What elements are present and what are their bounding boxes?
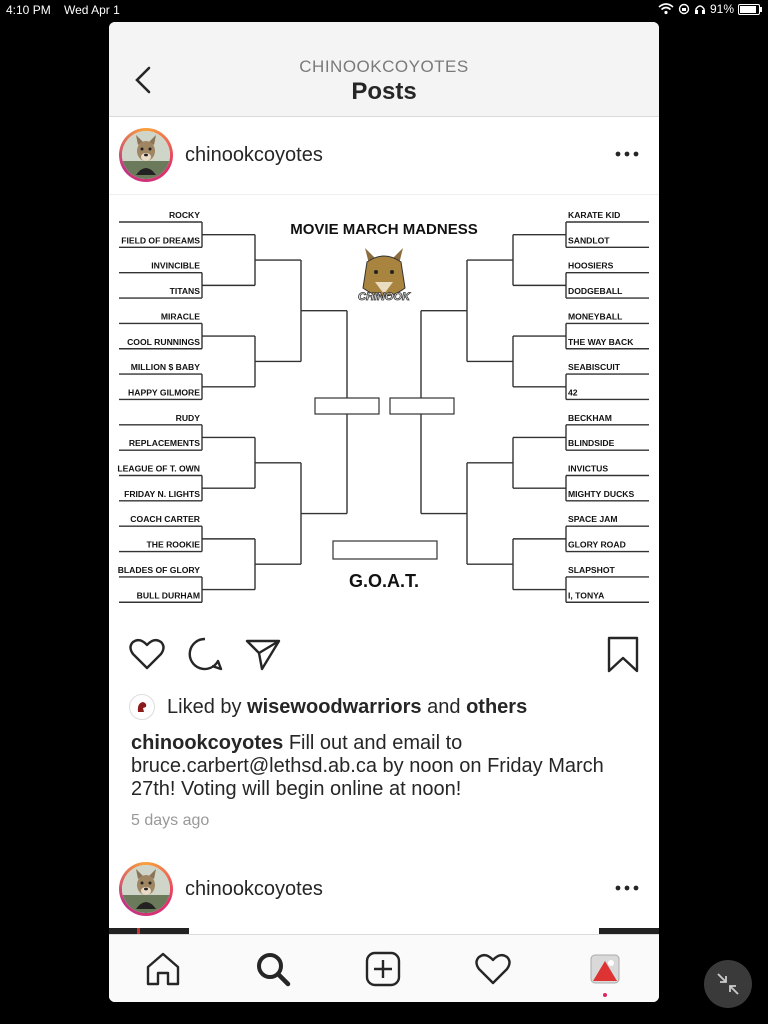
right-bracket-entry: 42 <box>568 387 578 397</box>
right-bracket-entry: BECKHAM <box>568 413 612 423</box>
left-bracket-entry: TITANS <box>170 286 201 296</box>
wifi-icon <box>658 3 674 15</box>
minimize-button[interactable] <box>704 960 752 1008</box>
status-date: Wed Apr 1 <box>64 3 120 17</box>
liked-user-link[interactable]: wisewoodwarriors <box>247 696 422 719</box>
chinook-logo <box>362 248 406 297</box>
post-username[interactable]: chinookcoyotes <box>185 144 323 167</box>
right-bracket-entry: GLORY ROAD <box>568 540 626 550</box>
liked-and: and <box>427 695 461 718</box>
coyote-mascot-icon <box>122 131 170 179</box>
left-bracket-entry: BULL DURHAM <box>137 590 200 600</box>
battery-percent: 91% <box>709 2 734 16</box>
caption-username[interactable]: chinookcoyotes <box>131 732 283 754</box>
bracket-graphic: ROCKY FIELD OF DREAMS INVINCIBLE TITANS MIRA… <box>117 210 649 603</box>
post-header: chinookcoyotes <box>109 118 659 195</box>
logo-text: CHINOOK <box>358 291 411 303</box>
left-bracket-entry: INVINCIBLE <box>151 261 200 271</box>
notification-dot <box>603 993 607 997</box>
like-button[interactable] <box>127 634 167 674</box>
right-bracket-entry: KARATE KID <box>568 210 620 220</box>
left-bracket-entry: RUDY <box>176 413 201 423</box>
avatar[interactable] <box>119 862 173 916</box>
home-tab[interactable] <box>143 949 183 989</box>
left-bracket-entry: THE ROOKIE <box>147 540 201 550</box>
page-title: Posts <box>351 78 417 105</box>
final-box <box>332 540 438 560</box>
instagram-app: CHINOOKCOYOTES Posts chinookcoyotes ROCK… <box>109 22 659 1002</box>
left-bracket-entry: MIRACLE <box>161 311 200 321</box>
warrior-logo-icon <box>137 702 147 712</box>
header-account: CHINOOKCOYOTES <box>299 57 469 76</box>
liked-others-link[interactable]: others <box>466 696 527 719</box>
left-bracket-entry: REPLACEMENTS <box>129 438 200 448</box>
left-bracket-entry: COOL RUNNINGS <box>127 337 200 347</box>
status-bar: 4:10 PM Wed Apr 1 91% <box>0 0 768 20</box>
right-bracket-entry: DODGEBALL <box>568 286 622 296</box>
right-bracket-entry: SPACE JAM <box>568 514 618 524</box>
semifinal-box-left <box>314 397 380 415</box>
left-bracket-entry: LEAGUE OF T. OWN <box>117 464 200 474</box>
right-bracket-entry: INVICTUS <box>568 464 608 474</box>
save-button[interactable] <box>603 634 643 674</box>
more-options-icon[interactable] <box>614 144 640 164</box>
new-post-tab[interactable] <box>363 949 403 989</box>
posts-header: CHINOOKCOYOTES Posts <box>109 22 659 117</box>
right-bracket-entry: BLINDSIDE <box>568 438 615 448</box>
status-right: 91% <box>658 2 762 16</box>
lock-rotation-icon <box>678 3 690 15</box>
left-bracket-entry: FIELD OF DREAMS <box>121 235 200 245</box>
left-bracket-entry: COACH CARTER <box>130 514 200 524</box>
left-bracket-entry: MILLION $ BABY <box>131 362 200 372</box>
avatar[interactable] <box>119 128 173 182</box>
coyote-mascot-icon <box>122 865 170 913</box>
right-bracket-entry: SLAPSHOT <box>568 565 616 575</box>
bottom-tab-bar <box>109 934 659 1002</box>
left-bracket-entry: HAPPY GILMORE <box>128 387 200 397</box>
right-bracket-entry: SANDLOT <box>568 235 610 245</box>
status-time: 4:10 PM <box>6 3 51 17</box>
comment-button[interactable] <box>185 634 225 674</box>
goat-label: G.O.A.T. <box>349 571 419 591</box>
post-caption: chinookcoyotes Fill out and email to bru… <box>131 732 646 801</box>
right-bracket-entry: MIGHTY DUCKS <box>568 489 634 499</box>
left-bracket-entry: FRIDAY N. LIGHTS <box>124 489 200 499</box>
left-bracket-entry: ROCKY <box>169 210 200 220</box>
battery-icon <box>738 3 762 15</box>
right-bracket-entry: I, TONYA <box>568 590 604 600</box>
profile-tab[interactable] <box>585 949 625 989</box>
next-post-username[interactable]: chinookcoyotes <box>185 878 323 901</box>
right-bracket-entry: THE WAY BACK <box>568 337 634 347</box>
liked-prefix: Liked by <box>167 695 242 718</box>
liker-avatar[interactable] <box>129 694 155 720</box>
headphones-icon <box>694 5 705 14</box>
next-post-header: chinookcoyotes <box>109 852 659 928</box>
right-bracket-entry: MONEYBALL <box>568 311 622 321</box>
post-actions <box>109 634 659 680</box>
minimize-icon <box>717 973 739 995</box>
more-options-icon[interactable] <box>614 878 640 898</box>
activity-tab[interactable] <box>473 949 513 989</box>
search-tab[interactable] <box>253 949 293 989</box>
right-bracket-entry: SEABISCUIT <box>568 362 621 372</box>
right-bracket-entry: HOOSIERS <box>568 261 614 271</box>
left-bracket-entry: BLADES OF GLORY <box>118 565 201 575</box>
semifinal-box-right <box>389 397 455 415</box>
bracket-title: MOVIE MARCH MADNESS <box>290 221 478 238</box>
post-timestamp: 5 days ago <box>131 812 210 829</box>
post-image[interactable]: ROCKY FIELD OF DREAMS INVINCIBLE TITANS MIRA… <box>109 198 659 618</box>
likes-line: Liked by wisewoodwarriors and others <box>129 692 649 722</box>
share-button[interactable] <box>243 634 283 674</box>
